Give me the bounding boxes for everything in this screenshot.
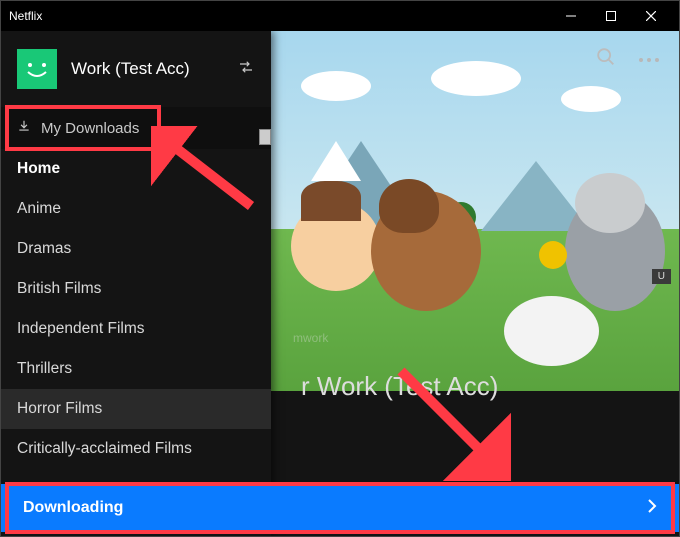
minimize-button[interactable] [551, 1, 591, 31]
downloading-bar[interactable]: Downloading [1, 484, 679, 532]
hero-subtext: mwork [293, 331, 328, 345]
nav-item-dramas[interactable]: Dramas [1, 229, 271, 269]
avatar [17, 49, 57, 89]
nav-list: Home Anime Dramas British Films Independ… [1, 149, 271, 536]
close-button[interactable] [631, 1, 671, 31]
rating-badge: U [652, 269, 671, 284]
chevron-right-icon [647, 498, 657, 519]
sidebar-scrollbar[interactable] [259, 129, 271, 145]
nav-item-anime[interactable]: Anime [1, 189, 271, 229]
maximize-button[interactable] [591, 1, 631, 31]
switch-profile-icon[interactable] [237, 58, 255, 81]
downloading-label: Downloading [23, 499, 123, 517]
nav-item-thrillers[interactable]: Thrillers [1, 349, 271, 389]
my-downloads-label: My Downloads [41, 120, 139, 137]
nav-item-independent-films[interactable]: Independent Films [1, 309, 271, 349]
nav-item-british-films[interactable]: British Films [1, 269, 271, 309]
app-title: Netflix [9, 9, 42, 23]
search-icon[interactable] [595, 46, 617, 73]
nav-item-home[interactable]: Home [1, 149, 271, 189]
hero-greeting: r Work (Test Acc) [301, 371, 498, 402]
nav-item-critically-acclaimed-films[interactable]: Critically-acclaimed Films [1, 429, 271, 469]
sidebar: Work (Test Acc) My Downloads Home Anime … [1, 31, 271, 536]
download-icon [17, 119, 31, 137]
titlebar: Netflix [1, 1, 679, 31]
nav-item-horror-films[interactable]: Horror Films [1, 389, 271, 429]
my-downloads-button[interactable]: My Downloads [1, 107, 271, 149]
profile-row[interactable]: Work (Test Acc) [1, 31, 271, 107]
more-options-icon[interactable] [639, 58, 659, 62]
profile-name: Work (Test Acc) [71, 59, 223, 79]
